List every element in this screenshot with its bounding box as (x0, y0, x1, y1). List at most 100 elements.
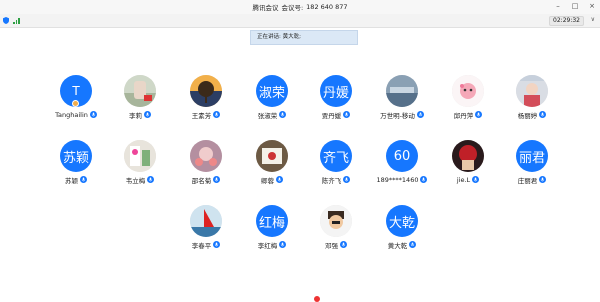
microphone-icon[interactable] (343, 111, 350, 118)
microphone-icon[interactable] (90, 111, 97, 118)
avatar-photo[interactable] (124, 75, 156, 107)
avatar-photo[interactable] (190, 75, 222, 107)
participant-tile[interactable]: 红梅李红梅 (242, 205, 302, 249)
microphone-icon[interactable] (213, 176, 220, 183)
participant-tile[interactable]: 丹媛贾丹媛 (306, 75, 366, 119)
avatar-initials: 淑荣 (259, 82, 285, 101)
participant-tile[interactable]: 邓强 (306, 205, 366, 249)
microphone-icon[interactable] (276, 176, 283, 183)
microphone-icon[interactable] (475, 111, 482, 118)
microphone-icon[interactable] (279, 111, 286, 118)
participant-name: 黄大乾 (388, 240, 408, 250)
participant-tile[interactable]: jie.L (438, 140, 498, 184)
avatar-photo[interactable] (320, 205, 352, 237)
chevron-down-icon[interactable]: ∨ (591, 16, 595, 23)
participant-tile[interactable]: TTanghailin (46, 75, 106, 119)
avatar[interactable]: 大乾 (386, 205, 418, 237)
signal-icon[interactable] (13, 17, 20, 24)
microphone-icon[interactable] (213, 241, 220, 248)
participant-name-line: 邱丹萍 (438, 110, 498, 119)
microphone-icon[interactable] (539, 176, 546, 183)
microphone-icon[interactable] (343, 176, 350, 183)
participant-tile[interactable]: 万世明-移动 (372, 75, 432, 119)
participant-tile[interactable]: 王素芳 (176, 75, 236, 119)
microphone-icon[interactable] (147, 176, 154, 183)
participant-name: 卿蓉 (261, 175, 274, 185)
participant-name-line: 卿蓉 (242, 175, 302, 184)
participant-tile[interactable]: 卿蓉 (242, 140, 302, 184)
participant-name: 杨丽婷 (518, 110, 538, 120)
avatar-initials: 齐飞 (323, 147, 349, 166)
avatar[interactable]: 60 (386, 140, 418, 172)
avatar-photo[interactable] (124, 140, 156, 172)
avatar[interactable]: 苏颖 (60, 140, 92, 172)
avatar-initials: T (72, 84, 79, 98)
meeting-timer: 02:29:32 (549, 16, 584, 26)
title-bar: 腾讯会议 会议号: 182 640 877 – □ × (0, 0, 600, 14)
participant-name-line: 陈齐飞 (306, 175, 366, 184)
participant-tile[interactable]: 邱丹萍 (438, 75, 498, 119)
microphone-icon[interactable] (420, 176, 427, 183)
participant-tile[interactable]: 韦立梅 (110, 140, 170, 184)
avatar[interactable]: 齐飞 (320, 140, 352, 172)
participant-tile[interactable]: 李莉 (110, 75, 170, 119)
avatar[interactable]: 淑荣 (256, 75, 288, 107)
avatar-photo[interactable] (386, 75, 418, 107)
microphone-icon[interactable] (144, 111, 151, 118)
participant-name: 邱丹萍 (454, 110, 474, 120)
participant-name: 万世明-移动 (380, 110, 415, 120)
avatar-photo[interactable] (256, 140, 288, 172)
microphone-icon[interactable] (539, 111, 546, 118)
participant-name: 庄丽君 (518, 175, 538, 185)
minimize-button[interactable]: – (554, 2, 562, 11)
avatar[interactable]: T (60, 75, 92, 107)
participant-name: 苏颖 (65, 175, 78, 185)
microphone-icon[interactable] (80, 176, 87, 183)
participant-name: 李莉 (129, 110, 142, 120)
participant-name: 邵名菊 (192, 175, 212, 185)
status-bar: 02:29:32 ∨ (0, 14, 600, 28)
participant-name-line: 王素芳 (176, 110, 236, 119)
participant-tile[interactable]: 大乾黄大乾 (372, 205, 432, 249)
avatar-photo[interactable] (452, 75, 484, 107)
participant-tile[interactable]: 苏颖苏颖 (46, 140, 106, 184)
participant-tile[interactable]: 60 189****1460 (372, 140, 432, 184)
participant-name-line: 韦立梅 (110, 175, 170, 184)
microphone-icon[interactable] (340, 241, 347, 248)
mic-talking-icon[interactable] (409, 241, 416, 248)
participant-name: 189****1460 (377, 176, 419, 184)
participant-name-line: 黄大乾 (372, 240, 432, 249)
avatar[interactable]: 丹媛 (320, 75, 352, 107)
window-controls: – □ × (554, 2, 596, 11)
participant-tile[interactable]: 齐飞陈齐飞 (306, 140, 366, 184)
close-button[interactable]: × (588, 2, 596, 11)
participant-tile[interactable]: 李春平 (176, 205, 236, 249)
speaking-name: 黄大乾; (283, 34, 301, 40)
avatar[interactable]: 红梅 (256, 205, 288, 237)
participant-tile[interactable]: 淑荣张淑荣 (242, 75, 302, 119)
avatar-initials: 红梅 (259, 212, 285, 231)
microphone-icon[interactable] (472, 176, 479, 183)
avatar[interactable]: 丽君 (516, 140, 548, 172)
participant-name-line: 张淑荣 (242, 110, 302, 119)
avatar-photo[interactable] (452, 140, 484, 172)
host-badge-icon (72, 100, 79, 107)
participant-name-line: 邓强 (306, 240, 366, 249)
participant-name-line: jie.L (438, 175, 498, 184)
microphone-icon[interactable] (279, 241, 286, 248)
maximize-button[interactable]: □ (571, 2, 579, 11)
avatar-photo[interactable] (190, 205, 222, 237)
mic-talking-icon[interactable] (417, 111, 424, 118)
participant-tile[interactable]: 丽君庄丽君 (502, 140, 562, 184)
app-title: 腾讯会议 (252, 2, 278, 12)
participant-name: 陈齐飞 (322, 175, 342, 185)
shield-icon[interactable] (3, 17, 9, 24)
participant-name-line: 李春平 (176, 240, 236, 249)
avatar-photo[interactable] (190, 140, 222, 172)
participant-name-line: 李红梅 (242, 240, 302, 249)
microphone-icon[interactable] (213, 111, 220, 118)
participant-tile[interactable]: 邵名菊 (176, 140, 236, 184)
participant-tile[interactable]: 杨丽婷 (502, 75, 562, 119)
avatar-photo[interactable] (516, 75, 548, 107)
participant-name: 李春平 (192, 240, 212, 250)
